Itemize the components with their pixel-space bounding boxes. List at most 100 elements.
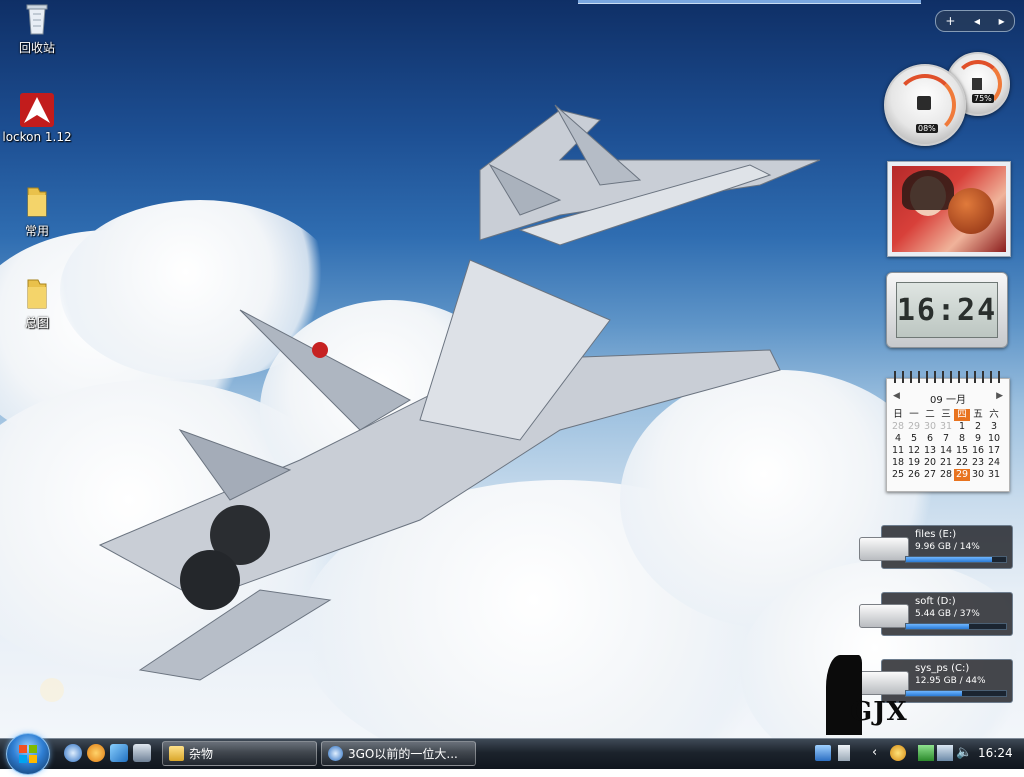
calendar-week-row: 11 12 13 14 15 16 17 xyxy=(890,445,1002,457)
calendar-day[interactable]: 13 xyxy=(922,445,938,457)
messenger-quicklaunch-icon[interactable] xyxy=(110,744,128,762)
keyboard-icon[interactable] xyxy=(815,745,831,761)
calendar-day[interactable]: 10 xyxy=(986,433,1002,445)
calendar-day[interactable]: 19 xyxy=(906,457,922,469)
cpu-meter: 08% xyxy=(884,64,966,146)
taskbar-window-button[interactable]: 3GO以前的一位大... xyxy=(321,741,476,766)
taskbar-clock[interactable]: 16:24 xyxy=(978,746,1013,760)
taskbar-window-button[interactable]: 杂物 xyxy=(162,741,317,766)
drive-gadget-e[interactable]: files (E:) 9.96 GB / 14% xyxy=(859,525,1013,569)
drive-name: files (E:) xyxy=(915,529,957,540)
calendar-day[interactable]: 11 xyxy=(890,445,906,457)
drive-usage-text: 5.44 GB / 37% xyxy=(915,609,980,619)
calendar-day[interactable]: 26 xyxy=(906,469,922,481)
calendar-day[interactable]: 6 xyxy=(922,433,938,445)
sidebar-gadget-controls: + ◂ ▸ xyxy=(935,10,1015,32)
drive-usage-bar xyxy=(905,556,1007,563)
calendar-day[interactable]: 18 xyxy=(890,457,906,469)
qq-tray-icon[interactable] xyxy=(890,745,906,761)
add-gadget-button[interactable]: + xyxy=(945,14,955,28)
calendar-binding-rings xyxy=(891,371,1005,383)
lockon-app-icon xyxy=(20,93,54,127)
folder-icon xyxy=(169,746,184,761)
calendar-gadget[interactable]: ◀ 09 一月 ▶ 日 一 二 三 四 五 六 28 29 30 31 1 2 … xyxy=(886,371,1010,492)
desktop-icon-label: lockon 1.12 xyxy=(2,130,72,144)
next-gadgets-button[interactable]: ▸ xyxy=(999,14,1005,28)
calendar-week-row: 18 19 20 21 22 23 24 xyxy=(890,457,1002,469)
network-icon[interactable] xyxy=(918,745,934,761)
calendar-day[interactable]: 2 xyxy=(970,421,986,433)
drive-usage-bar xyxy=(905,690,1007,697)
calendar-day[interactable]: 28 xyxy=(938,469,954,481)
slideshow-gadget[interactable] xyxy=(887,161,1011,257)
calendar-weekday: 日 xyxy=(893,409,903,420)
lower-jet-tail xyxy=(239,309,412,431)
desktop-icon-label: 总图 xyxy=(24,316,49,330)
calendar-day[interactable]: 22 xyxy=(954,457,970,469)
calendar-day[interactable]: 28 xyxy=(890,421,906,433)
calendar-day[interactable]: 23 xyxy=(970,457,986,469)
taskbar-window-title: 杂物 xyxy=(189,747,214,761)
windows-logo-icon xyxy=(19,745,37,763)
drive-usage-fill xyxy=(906,691,962,696)
calendar-day[interactable]: 12 xyxy=(906,445,922,457)
browser-icon xyxy=(328,746,343,761)
calendar-day[interactable]: 25 xyxy=(890,469,906,481)
calendar-day[interactable]: 4 xyxy=(890,433,906,445)
clock-gadget[interactable]: 16:24 xyxy=(886,272,1008,348)
calendar-day[interactable]: 5 xyxy=(906,433,922,445)
calendar-weekday: 五 xyxy=(973,409,983,420)
calendar-day[interactable]: 3 xyxy=(986,421,1002,433)
calendar-week-row: 4 5 6 7 8 9 10 xyxy=(890,433,1002,445)
calendar-day[interactable]: 7 xyxy=(938,433,954,445)
cpu-chip-icon xyxy=(917,96,931,110)
security-center-icon[interactable] xyxy=(937,745,953,761)
calendar-day[interactable]: 17 xyxy=(986,445,1002,457)
desktop-icon-folder-overview[interactable]: 总图 xyxy=(0,277,74,331)
desktop-icon-folder-common[interactable]: 常用 xyxy=(0,185,74,239)
calendar-day[interactable]: 14 xyxy=(938,445,954,457)
taskbar-window-title: 3GO以前的一位大... xyxy=(348,747,458,761)
calendar-day[interactable]: 16 xyxy=(970,445,986,457)
show-desktop-icon[interactable] xyxy=(133,744,151,762)
calendar-day[interactable]: 29 xyxy=(906,421,922,433)
language-bar-icon[interactable] xyxy=(838,745,850,761)
start-button[interactable] xyxy=(6,733,50,775)
hard-drive-icon xyxy=(859,671,909,695)
calendar-next-month-button[interactable]: ▶ xyxy=(996,391,1003,401)
calendar-day[interactable]: 27 xyxy=(922,469,938,481)
calendar-month-label: 09 一月 xyxy=(930,395,966,406)
calendar-day[interactable]: 20 xyxy=(922,457,938,469)
desktop: 回收站 lockon 1.12 常用 总图 + ◂ ▸ 75% 08% 16:2… xyxy=(0,0,1024,738)
drive-gadget-d[interactable]: soft (D:) 5.44 GB / 37% xyxy=(859,592,1013,636)
calendar-day-today[interactable]: 29 xyxy=(954,469,970,481)
calendar-day[interactable]: 21 xyxy=(938,457,954,469)
calendar-day[interactable]: 24 xyxy=(986,457,1002,469)
calendar-weekday: 六 xyxy=(989,409,999,420)
calendar-day[interactable]: 15 xyxy=(954,445,970,457)
calendar-day[interactable]: 30 xyxy=(970,469,986,481)
desktop-icon-lockon[interactable]: lockon 1.12 xyxy=(0,93,74,144)
drive-usage-text: 9.96 GB / 14% xyxy=(915,542,980,552)
calendar-week-row: 25 26 27 28 29 30 31 xyxy=(890,469,1002,481)
hard-drive-icon xyxy=(859,604,909,628)
calendar-day[interactable]: 31 xyxy=(986,469,1002,481)
calendar-day[interactable]: 31 xyxy=(938,421,954,433)
calendar-weekday-row: 日 一 二 三 四 五 六 xyxy=(890,409,1002,421)
calendar-day[interactable]: 8 xyxy=(954,433,970,445)
previous-gadgets-button[interactable]: ◂ xyxy=(974,14,980,28)
drive-name: sys_ps (C:) xyxy=(915,663,970,674)
top-window-edge xyxy=(578,0,921,4)
volume-icon[interactable]: 🔈 xyxy=(956,745,972,761)
qq-quicklaunch-icon[interactable] xyxy=(87,744,105,762)
browser-quicklaunch-icon[interactable] xyxy=(64,744,82,762)
calendar-day[interactable]: 1 xyxy=(954,421,970,433)
calendar-day[interactable]: 9 xyxy=(970,433,986,445)
calendar-week-row: 28 29 30 31 1 2 3 xyxy=(890,421,1002,433)
calendar-weekday: 二 xyxy=(925,409,935,420)
photo-ball xyxy=(948,188,994,234)
calendar-weekday: 四 xyxy=(954,409,970,421)
show-hidden-icons-chevron-icon[interactable]: ‹ xyxy=(872,745,888,761)
calendar-day[interactable]: 30 xyxy=(922,421,938,433)
desktop-icon-recycle-bin[interactable]: 回收站 xyxy=(0,2,74,56)
